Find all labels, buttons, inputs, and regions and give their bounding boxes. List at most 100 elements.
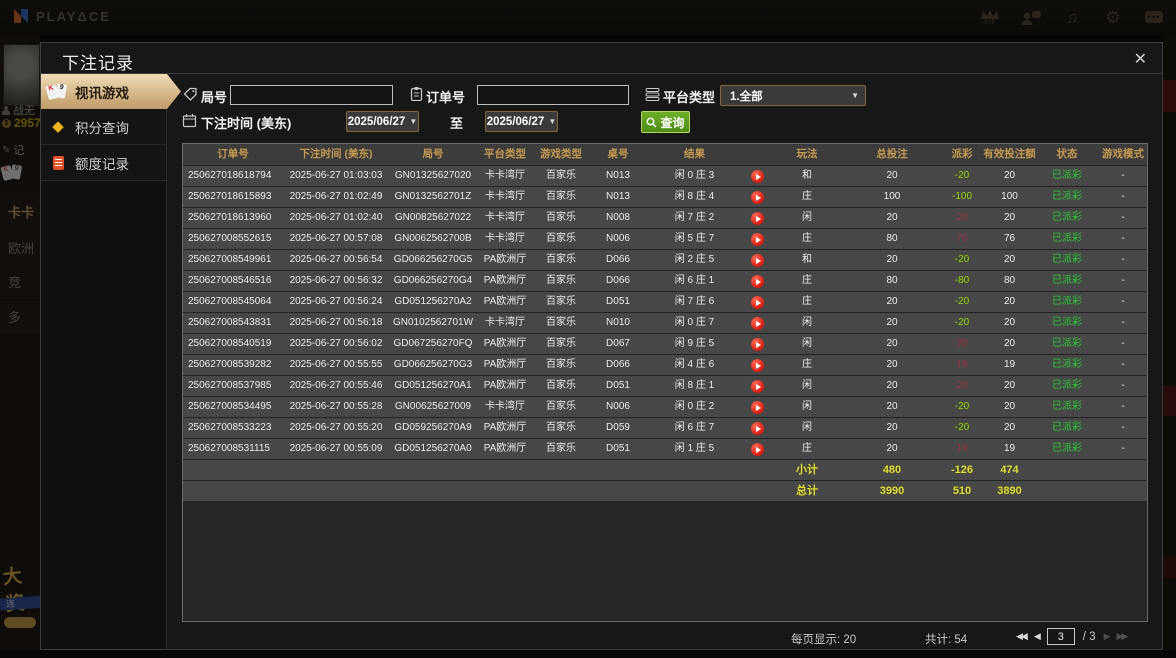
first-page-icon[interactable]: ◀◀ <box>1016 631 1028 642</box>
table-row: 250627008531115 2025-06-27 00:55:09 GD0512… <box>183 438 1147 459</box>
column-header: 派彩 <box>951 148 973 160</box>
table-cell-bet: 庄 <box>802 191 812 202</box>
search-button[interactable]: 查询 <box>641 111 690 133</box>
table-cell-result: 闲 8 庄 4 <box>674 191 715 202</box>
table-row: 250627008539282 2025-06-27 00:55:55 GD0662… <box>183 354 1147 375</box>
replay-icon[interactable] <box>750 233 764 246</box>
table-cell-table_no: D051 <box>606 443 630 454</box>
table-cell-mode: - <box>1121 401 1125 412</box>
table-cell-game: 百家乐 <box>546 317 576 328</box>
table-cell-time: 2025-06-27 01:02:40 <box>289 212 383 223</box>
menu-item-1[interactable]: ◆ 积分查询 <box>41 109 166 145</box>
table-cell-payout: 19 <box>956 359 968 370</box>
table-cell-game: 百家乐 <box>546 254 576 265</box>
menu-item-2[interactable]: 额度记录 <box>41 145 166 181</box>
table-cell-table_no: D051 <box>606 296 630 307</box>
replay-icon[interactable] <box>750 296 764 309</box>
platform-list-icon <box>645 88 660 101</box>
replay-icon[interactable] <box>750 170 764 183</box>
date-from-select[interactable]: 2025/06/27 ▼ <box>346 111 419 132</box>
page-number-input[interactable] <box>1046 628 1075 645</box>
page-count-label: / 3 <box>1082 630 1096 643</box>
pagination: ◀◀ ◀ / 3 ▶ ▶▶ <box>1016 628 1129 645</box>
table-cell-round <box>389 481 477 501</box>
replay-icon[interactable] <box>750 401 764 414</box>
table-cell-time: 2025-06-27 00:55:55 <box>289 359 383 370</box>
table-cell-bet: 庄 <box>802 233 812 244</box>
column-header: 游戏模式 <box>1102 148 1144 160</box>
replay-icon[interactable] <box>750 380 764 393</box>
platform-select-value: 1.全部 <box>730 90 763 103</box>
replay-icon[interactable] <box>750 338 764 351</box>
table-cell-table_no: D066 <box>606 275 630 286</box>
replay-icon[interactable] <box>750 443 764 456</box>
menu-item-0[interactable]: K 9 视讯游戏 <box>41 74 181 109</box>
table-cell-payout: -20 <box>954 317 970 328</box>
table-cell-order: 250627008543831 <box>188 317 272 328</box>
table-cell-round: GN0102562701W <box>392 317 474 328</box>
round-label: 局号 <box>201 90 228 105</box>
replay-icon[interactable] <box>750 191 764 204</box>
table-cell-result: 闲 0 庄 3 <box>674 170 715 181</box>
table-cell-round: GD066256270G3 <box>393 359 473 370</box>
replay-icon[interactable] <box>750 422 764 435</box>
table-cell-payout: -80 <box>954 275 970 286</box>
table-cell-game: 百家乐 <box>546 191 576 202</box>
table-cell-total_bet: 20 <box>886 317 898 328</box>
table-row: 250627008537985 2025-06-27 00:55:46 GD0512… <box>183 375 1147 396</box>
table-cell-order: 250627008533223 <box>188 422 272 433</box>
next-page-icon[interactable]: ▶ <box>1104 631 1111 642</box>
table-cell-time <box>283 481 389 501</box>
table-cell-game: 百家乐 <box>546 401 576 412</box>
table-cell-play <box>742 481 772 501</box>
table-cell-bet: 闲 <box>802 401 812 412</box>
table-cell-table_no: N006 <box>606 401 630 412</box>
table-cell-payout: -20 <box>954 254 970 265</box>
replay-icon[interactable] <box>750 359 764 372</box>
table-cell-table_no: D059 <box>606 422 630 433</box>
table-cell-valid_bet: 76 <box>1003 233 1016 244</box>
table-cell-status: 已派彩 <box>1052 170 1082 181</box>
table-cell-payout: -126 <box>950 464 974 476</box>
prev-page-icon[interactable]: ◀ <box>1034 631 1041 642</box>
table-cell-platform: PA欧洲厅 <box>483 359 527 370</box>
replay-icon[interactable] <box>750 254 764 267</box>
table-cell-result: 闲 4 庄 6 <box>674 359 715 370</box>
replay-icon[interactable] <box>750 317 764 330</box>
title-separator <box>41 73 1162 74</box>
table-cell-game: 百家乐 <box>546 338 576 349</box>
table-cell-mode: - <box>1121 212 1125 223</box>
round-input[interactable] <box>230 85 393 105</box>
table-cell-order <box>183 481 283 501</box>
table-cell-bet: 庄 <box>802 443 812 454</box>
table-cell-order <box>183 460 283 480</box>
table-cell-play <box>742 166 772 186</box>
table-cell-game: 百家乐 <box>546 170 576 181</box>
table-cell-play <box>742 187 772 207</box>
table-cell-platform: PA欧洲厅 <box>483 380 527 391</box>
table-row: 250627008546516 2025-06-27 00:56:32 GD0662… <box>183 270 1147 291</box>
table-cell-time: 2025-06-27 01:02:49 <box>289 191 383 202</box>
date-to-value: 2025/06/27 <box>486 115 545 128</box>
table-cell-result <box>647 481 742 501</box>
table-cell-bet: 庄 <box>802 296 812 307</box>
table-body: 250627018618794 2025-06-27 01:03:03 GN0132… <box>183 165 1147 501</box>
replay-icon[interactable] <box>750 275 764 288</box>
table-cell-round: GN01325627020 <box>394 170 472 181</box>
column-header: 游戏类型 <box>540 148 582 160</box>
platform-select[interactable]: 1.全部 ▼ <box>720 85 866 106</box>
bet-records-dialog: 下注记录 ✕ K 9 视讯游戏 ◆ 积分查询 额度记录 局号 订单号 平台类型 1.全部 … <box>40 42 1163 650</box>
table-cell-status: 已派彩 <box>1052 212 1082 223</box>
table-row: 250627008540519 2025-06-27 00:56:02 GD0672… <box>183 333 1147 354</box>
table-cell-play <box>742 355 772 375</box>
table-cell-payout: 19 <box>956 443 968 454</box>
table-cell-status: 已派彩 <box>1052 275 1082 286</box>
table-cell-table_no: D051 <box>606 380 630 391</box>
date-to-select[interactable]: 2025/06/27 ▼ <box>485 111 558 132</box>
last-page-icon[interactable]: ▶▶ <box>1117 631 1129 642</box>
table-cell-time: 2025-06-27 00:57:08 <box>289 233 383 244</box>
replay-icon[interactable] <box>750 212 764 225</box>
order-input[interactable] <box>477 85 629 105</box>
close-icon[interactable]: ✕ <box>1134 49 1147 69</box>
table-row: 250627018618794 2025-06-27 01:03:03 GN0132… <box>183 165 1147 186</box>
